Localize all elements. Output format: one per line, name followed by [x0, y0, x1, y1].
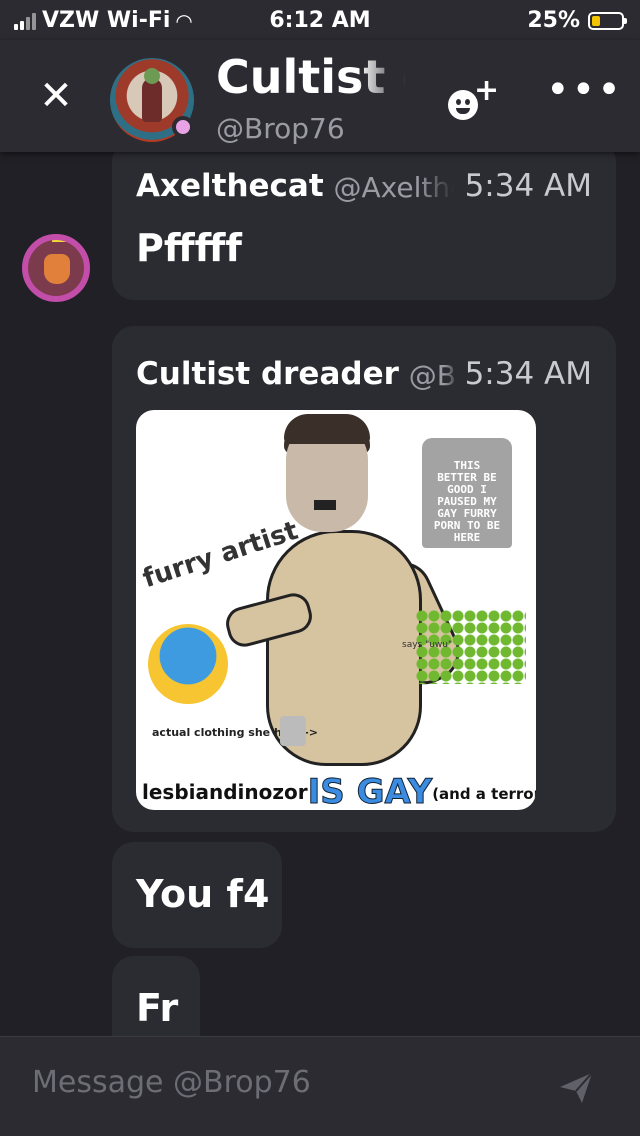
meme-mustache	[314, 500, 336, 510]
message-text: Pfffff	[136, 226, 242, 270]
scared-emoji-icon	[148, 624, 228, 704]
message-avatar-axelthecat[interactable]	[22, 234, 90, 302]
meme-uwu-text: says "uwu"	[402, 640, 453, 650]
message-header: Cultist dreader @Brop76	[136, 356, 459, 392]
meme-caption: lesbiandinozorIS GAY(and a terrorist)	[142, 772, 536, 811]
message-bubble: Axelthecat @Axelthecat 5:34 AM Pfffff	[112, 140, 616, 300]
message-input[interactable]: Message @Brop76	[32, 1065, 311, 1100]
add-friend-button[interactable]: +	[444, 76, 500, 132]
message-header: Axelthecat @Axelthecat	[136, 168, 454, 204]
close-button[interactable]: ✕	[30, 70, 82, 122]
header-handle: @Brop76	[216, 112, 345, 145]
meme-caption-suffix: (and a terrorist)	[432, 785, 536, 803]
message-composer: Message @Brop76	[0, 1036, 640, 1136]
message-text: Fr	[136, 986, 179, 1030]
tshirt-text: THIS BETTER BE GOOD I PAUSED MY GAY FURR…	[433, 459, 501, 544]
message-handle: @Brop76	[408, 359, 459, 392]
message-text: You f4	[136, 872, 270, 916]
more-icon: •••	[546, 67, 623, 113]
meme-hair-top	[284, 414, 370, 444]
chat-header: ✕ Cultist dreader @Brop76 + •••	[0, 40, 640, 152]
meme-caption-name: lesbiandinozor	[142, 780, 308, 804]
message-time: 5:34 AM	[464, 168, 592, 204]
message-author[interactable]: Cultist dreader	[136, 356, 399, 392]
close-icon: ✕	[39, 73, 73, 119]
battery-percent: 25%	[527, 8, 580, 33]
tshirt-small-image	[280, 716, 306, 746]
message-handle: @Axelthecat	[333, 171, 454, 204]
send-icon	[560, 1072, 593, 1103]
page-title: Cultist dreader	[216, 50, 406, 104]
meme-caption-gay: IS GAY	[307, 772, 433, 811]
message-image[interactable]: THIS BETTER BE GOOD I PAUSED MY GAY FURR…	[136, 410, 536, 810]
more-options-button[interactable]: •••	[546, 70, 621, 110]
status-bar: VZW Wi-Fi ◠ 6:12 AM 25%	[0, 0, 640, 40]
battery-icon	[588, 11, 627, 30]
message-bubble: You f4	[112, 842, 282, 948]
plus-icon: +	[474, 73, 500, 108]
send-button[interactable]	[556, 1067, 596, 1107]
message-author[interactable]: Axelthecat	[136, 168, 324, 204]
status-right: 25%	[527, 8, 627, 33]
message-time: 5:34 AM	[464, 356, 592, 392]
online-status-dot	[172, 116, 194, 138]
